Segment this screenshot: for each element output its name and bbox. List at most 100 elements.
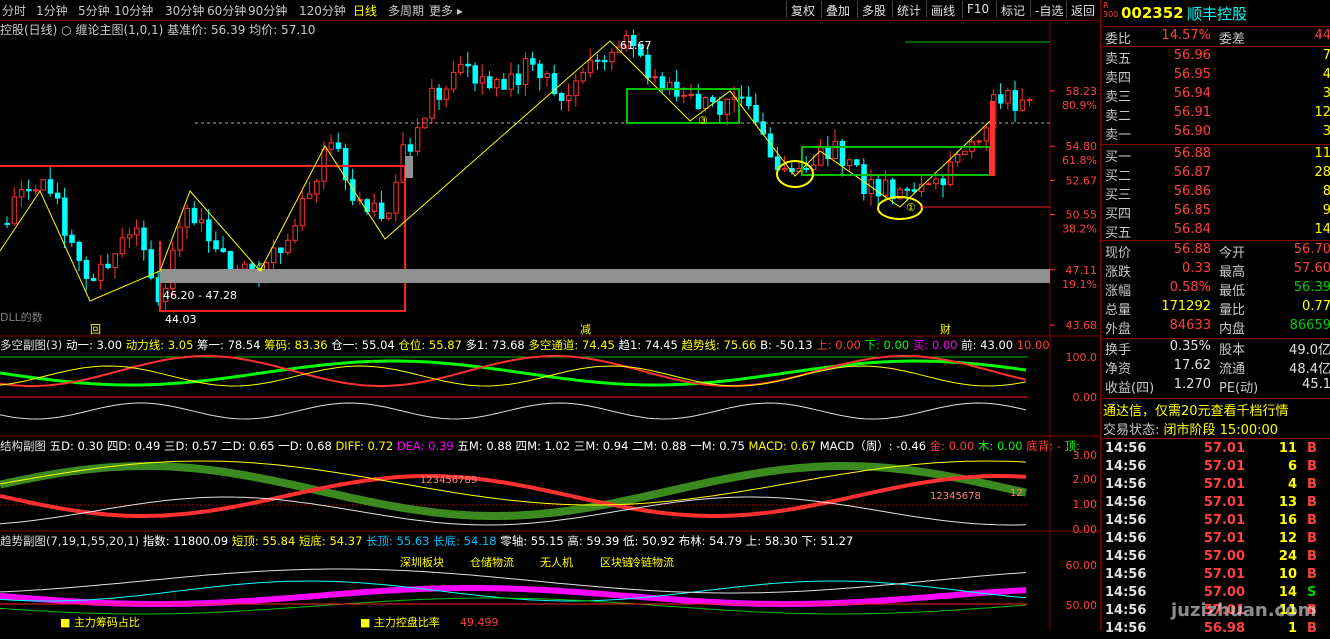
quote-value: 17.62 xyxy=(1173,358,1211,373)
quote-row: 外盘 84633 内盘 86659 xyxy=(1101,318,1330,337)
fib-pct-label: 19.1% xyxy=(1062,278,1097,291)
quote-row: 卖三 56.94 3 xyxy=(1101,86,1330,105)
pivot-label: ① xyxy=(906,201,916,214)
quote-label: PE(动) xyxy=(1219,381,1259,396)
bid-volume: 14 xyxy=(1314,222,1330,237)
event-tag: 减 xyxy=(580,323,591,336)
quote-label: 买一 xyxy=(1105,150,1132,165)
bottom-legend-value: 49.499 xyxy=(460,616,499,629)
period-tab-5[interactable]: 60分钟 xyxy=(207,2,246,19)
tick-price: 57.01 xyxy=(1203,459,1245,474)
tick-side: B xyxy=(1307,621,1317,636)
tick-volume: 24 xyxy=(1278,549,1297,564)
ask-volume: 3 xyxy=(1322,124,1330,139)
period-tab-10[interactable]: 更多 ▸ xyxy=(429,2,463,19)
period-tab-6[interactable]: 90分钟 xyxy=(248,2,287,19)
period-tab-0[interactable]: 分时 xyxy=(2,2,26,19)
fib-pct-label: 61.8% xyxy=(1062,154,1097,167)
tick-side: B xyxy=(1307,459,1317,474)
quote-row: 净资 17.62 流通 48.4亿 xyxy=(1101,358,1330,377)
toolbar-button-5[interactable]: F10 xyxy=(962,1,993,18)
tick-volume: 4 xyxy=(1287,477,1297,492)
bid-volume: 28 xyxy=(1314,165,1330,180)
toolbar-button-2[interactable]: 多股 xyxy=(857,1,890,18)
quote-value: 56.85 xyxy=(1173,203,1211,218)
quote-row: 总量 171292 量比 0.77 xyxy=(1101,299,1330,318)
period-tab-1[interactable]: 1分钟 xyxy=(36,2,68,19)
watermark: juzizhuan.com xyxy=(1171,600,1317,621)
tick-row: 14:56 57.01 16 B xyxy=(1101,513,1330,531)
quote-row: 卖五 56.96 7 xyxy=(1101,48,1330,67)
toolbar-button-3[interactable]: 统计 xyxy=(892,1,925,18)
quote-value: 56.87 xyxy=(1173,165,1211,180)
quote-label: 卖四 xyxy=(1105,71,1132,86)
tick-time: 14:56 xyxy=(1105,513,1147,528)
toolbar-button-7[interactable]: -自选 xyxy=(1030,1,1067,18)
quote-label: 收益(四) xyxy=(1105,381,1155,396)
sequence-label: 12 xyxy=(1010,488,1023,499)
tick-side: B xyxy=(1307,477,1317,492)
quote-label: 现价 xyxy=(1105,246,1132,261)
quote-value: 171292 xyxy=(1161,299,1211,314)
quote-label: 委比 xyxy=(1105,32,1132,47)
divider xyxy=(1101,144,1330,145)
toolbar-button-8[interactable]: 返回 xyxy=(1066,1,1099,18)
period-tab-8[interactable]: 日线 xyxy=(353,2,377,19)
toolbar-button-0[interactable]: 复权 xyxy=(786,1,819,18)
quote-value: 14.57% xyxy=(1161,28,1211,43)
event-tag: 财 xyxy=(940,322,951,336)
sub3-axis-label: 60.00 xyxy=(1066,559,1098,572)
tick-side: B xyxy=(1307,549,1317,564)
toolbar-button-1[interactable]: 叠加 xyxy=(821,1,854,18)
tick-row: 14:56 57.01 12 B xyxy=(1101,531,1330,549)
toolbar-button-4[interactable]: 画线 xyxy=(926,1,959,18)
quote-label: 净资 xyxy=(1105,362,1132,377)
fib-pct-label: 38.2% xyxy=(1062,223,1097,236)
tick-side: B xyxy=(1307,513,1317,528)
period-tab-7[interactable]: 120分钟 xyxy=(299,2,346,19)
quote-value: 56.39 xyxy=(1293,280,1330,295)
tick-side: B xyxy=(1307,567,1317,582)
quote-label: 买三 xyxy=(1105,188,1132,203)
event-tag: 回 xyxy=(90,323,101,336)
tick-volume: 10 xyxy=(1278,567,1297,582)
tick-row: 14:56 57.01 11 B xyxy=(1101,441,1330,459)
quote-label: 涨跌 xyxy=(1105,265,1132,280)
kline-chart[interactable]: 控股(日线) ○ 缠论主图(1,0,1) 基准价: 56.39 均价: 57.1… xyxy=(0,21,1100,630)
sub2-axis-label: 3.00 xyxy=(1073,449,1098,462)
quote-label: 内盘 xyxy=(1219,322,1246,337)
quote-label: 今开 xyxy=(1219,246,1246,261)
toolbar-button-6[interactable]: 标记 xyxy=(996,1,1029,18)
bid-volume: 9 xyxy=(1322,203,1330,218)
quote-value: 0.58% xyxy=(1169,280,1211,295)
tick-volume: 1 xyxy=(1287,621,1297,636)
tick-side: S xyxy=(1307,585,1317,600)
tick-time: 14:56 xyxy=(1105,477,1147,492)
quote-value: 0.33 xyxy=(1182,261,1211,276)
ad-banner[interactable]: 通达信，仅需20元查看千档行情 xyxy=(1103,400,1289,419)
price-axis-label: 58.23 xyxy=(1066,85,1098,98)
tick-time: 14:56 xyxy=(1105,441,1147,456)
period-tab-2[interactable]: 5分钟 xyxy=(78,2,110,19)
chart-area[interactable]: 控股(日线) ○ 缠论主图(1,0,1) 基准价: 56.39 均价: 57.1… xyxy=(0,21,1100,630)
tick-time: 14:56 xyxy=(1105,603,1147,618)
quote-label: 换手 xyxy=(1105,343,1132,358)
tick-price: 57.01 xyxy=(1203,477,1245,492)
sub1-axis-label: 100.0 xyxy=(1066,351,1098,364)
divider xyxy=(1101,240,1330,241)
divider xyxy=(1101,438,1330,439)
quote-label: 买四 xyxy=(1105,207,1132,222)
period-tab-9[interactable]: 多周期 xyxy=(388,2,424,19)
sub2-axis-label: 0.00 xyxy=(1073,523,1098,536)
ask-volume: 4 xyxy=(1322,67,1330,82)
tick-price: 57.01 xyxy=(1203,567,1245,582)
low-price-label: 44.03 xyxy=(165,313,197,326)
quote-label: 量比 xyxy=(1219,303,1246,318)
tick-row: 14:56 57.01 4 B xyxy=(1101,477,1330,495)
tick-price: 57.00 xyxy=(1203,585,1245,600)
quote-value: 84633 xyxy=(1169,318,1211,333)
main-chart-header: 控股(日线) ○ 缠论主图(1,0,1) 基准价: 56.39 均价: 57.1… xyxy=(0,22,315,37)
period-tab-3[interactable]: 10分钟 xyxy=(114,2,153,19)
period-tab-4[interactable]: 30分钟 xyxy=(165,2,204,19)
quote-label: 流通 xyxy=(1219,362,1246,377)
